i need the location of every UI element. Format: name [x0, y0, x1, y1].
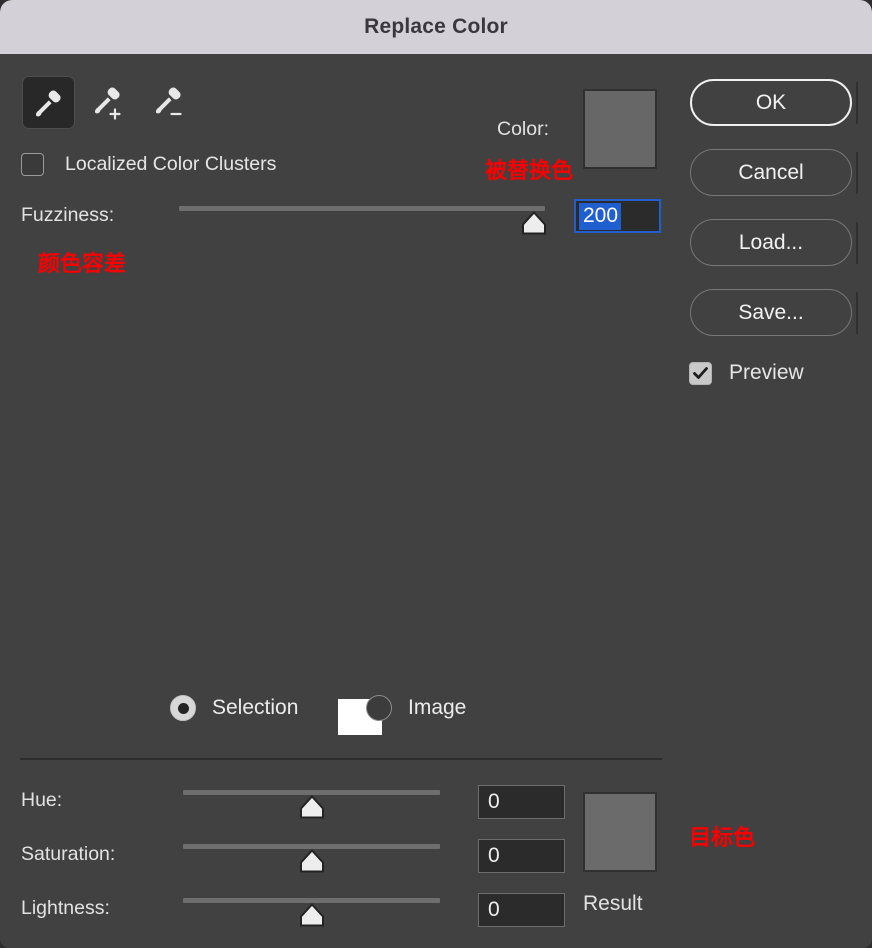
radio-image[interactable]: Image [366, 695, 466, 721]
result-label: Result [583, 892, 643, 915]
lightness-slider-handle[interactable] [299, 903, 325, 927]
result-color-swatch[interactable] [583, 792, 657, 872]
fuzziness-slider-handle[interactable] [521, 211, 547, 235]
saturation-input[interactable]: 0 [478, 839, 565, 873]
preview-checkbox[interactable] [689, 361, 712, 385]
hue-input-value: 0 [488, 790, 500, 813]
ok-button-label: OK [755, 90, 787, 114]
localized-color-clusters-label: Localized Color Clusters [65, 153, 277, 175]
hue-label: Hue: [21, 789, 63, 811]
preview-row[interactable]: Preview [689, 361, 804, 385]
fuzziness-label: Fuzziness: [21, 204, 115, 226]
radio-selection-button[interactable] [170, 695, 196, 721]
slider-handle-icon [299, 903, 324, 927]
ok-button-shadow [856, 82, 858, 124]
lightness-slider[interactable] [183, 898, 440, 927]
saturation-slider[interactable] [183, 844, 440, 873]
save-button-label: Save... [738, 300, 804, 324]
checkmark-icon [693, 366, 708, 379]
lightness-label: Lightness: [21, 897, 110, 919]
section-divider [20, 758, 662, 760]
dialog-titlebar: Replace Color [0, 0, 872, 54]
radio-selection[interactable]: Selection [170, 695, 298, 721]
load-button-shadow [856, 222, 858, 264]
saturation-label: Saturation: [21, 843, 116, 865]
eyedropper-plus-icon-button[interactable] [83, 76, 136, 129]
fuzziness-input-value: 200 [579, 202, 622, 230]
lightness-input[interactable]: 0 [478, 893, 565, 927]
lightness-input-value: 0 [488, 898, 500, 921]
fuzziness-slider[interactable] [179, 206, 547, 235]
eyedropper-minus-icon [155, 87, 182, 115]
replace-color-dialog: Replace Color Localized Color Clusters C… [0, 0, 872, 948]
eyedropper-icon [35, 90, 61, 116]
dialog-title: Replace Color [364, 15, 508, 38]
load-button-label: Load... [738, 230, 804, 254]
source-color-label: Color: [497, 118, 550, 140]
eyedropper-icon-button[interactable] [22, 76, 75, 129]
preview-label: Preview [729, 361, 804, 384]
ok-button[interactable]: OK [690, 79, 852, 126]
slider-handle-icon [299, 849, 324, 873]
source-color-annotation: 被替换色 [485, 158, 574, 183]
cancel-button[interactable]: Cancel [690, 149, 852, 196]
save-button[interactable]: Save... [690, 289, 852, 336]
hue-input[interactable]: 0 [478, 785, 565, 819]
radio-image-button[interactable] [366, 695, 392, 721]
result-color-annotation: 目标色 [689, 825, 756, 850]
eyedropper-minus-icon-button[interactable] [144, 76, 197, 129]
hue-slider[interactable] [183, 790, 440, 819]
saturation-input-value: 0 [488, 844, 500, 867]
radio-selection-label: Selection [212, 696, 299, 719]
cancel-button-label: Cancel [738, 160, 804, 184]
cancel-button-shadow [856, 152, 858, 194]
eyedropper-tool-group [22, 76, 197, 129]
eyedropper-plus-icon [94, 87, 121, 120]
selection-preview-panel[interactable] [20, 319, 662, 735]
fuzziness-annotation: 颜色容差 [38, 251, 127, 276]
dialog-body: Localized Color Clusters Color: 被替换色 Fuz… [0, 54, 872, 948]
hue-slider-handle[interactable] [299, 795, 325, 819]
radio-image-label: Image [408, 696, 467, 719]
slider-handle-icon [299, 795, 324, 819]
localized-color-clusters-checkbox[interactable] [21, 153, 44, 176]
save-button-shadow [856, 292, 858, 334]
load-button[interactable]: Load... [690, 219, 852, 266]
slider-handle-icon [522, 211, 547, 235]
saturation-slider-handle[interactable] [299, 849, 325, 873]
source-color-swatch[interactable] [583, 89, 657, 169]
localized-color-clusters-row[interactable]: Localized Color Clusters [21, 153, 276, 176]
fuzziness-slider-track [179, 206, 545, 211]
fuzziness-input[interactable]: 200 [574, 199, 661, 233]
